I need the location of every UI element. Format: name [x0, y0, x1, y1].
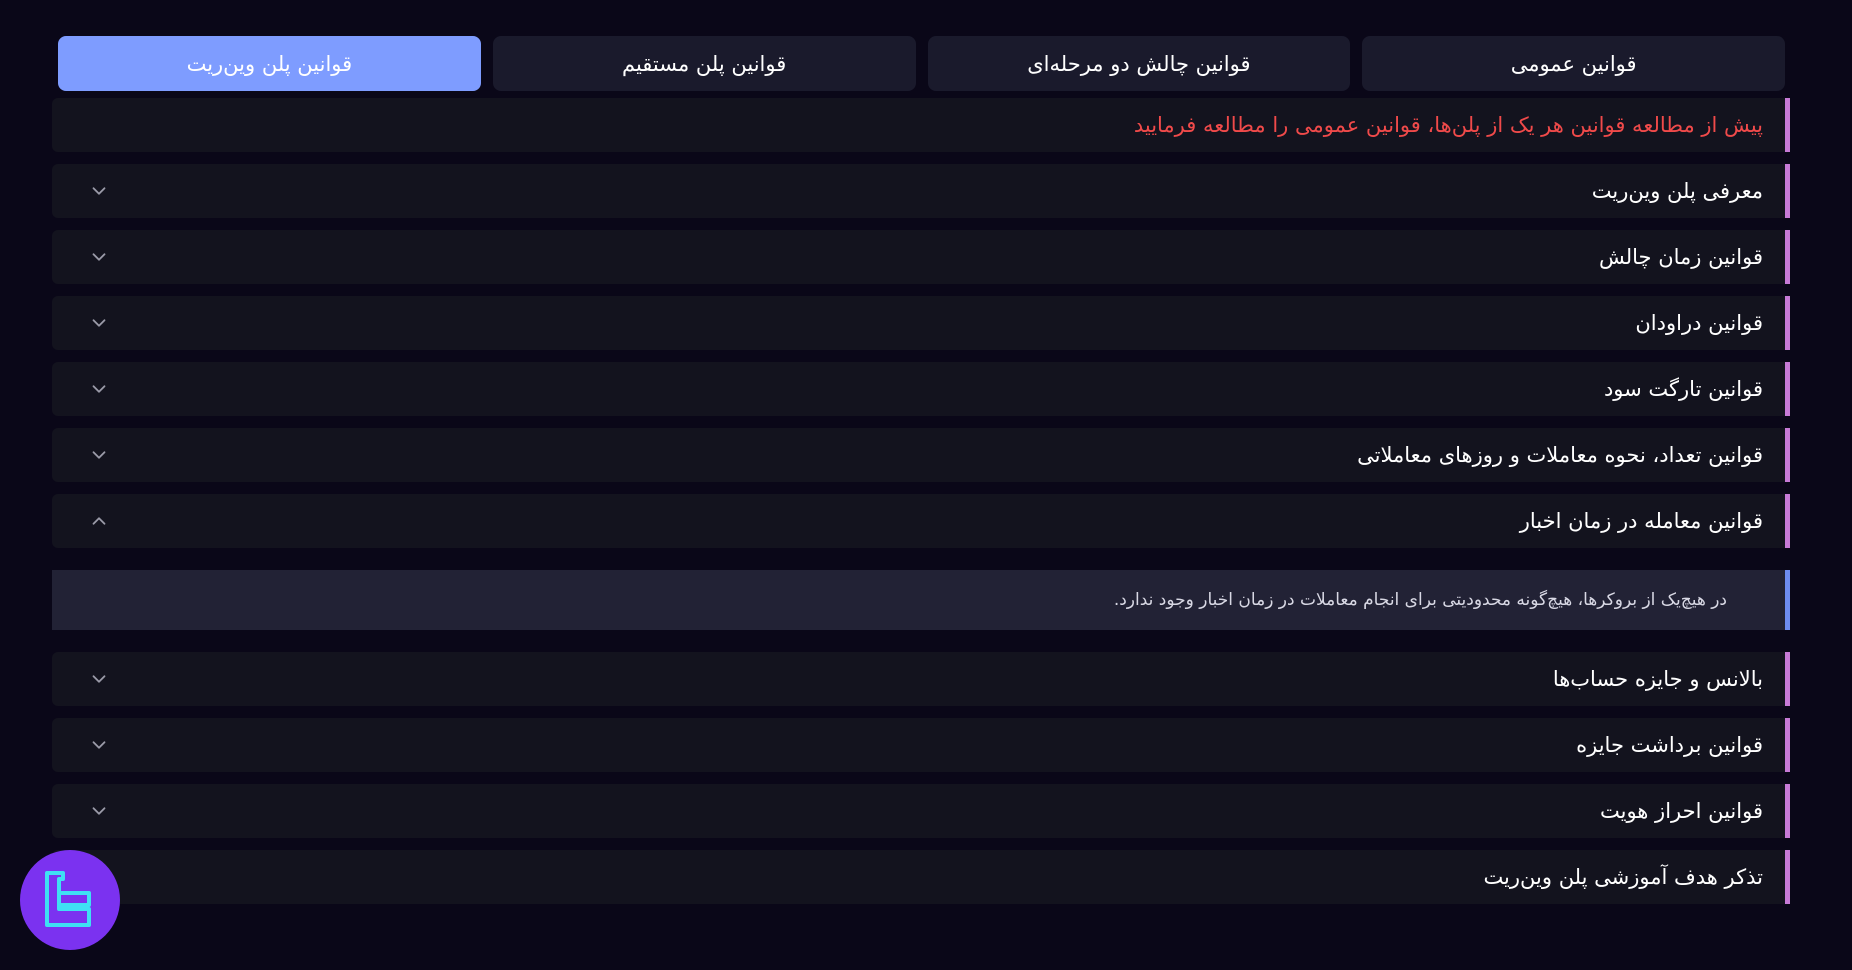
- notice-text: پیش از مطالعه قوانین هر یک از پلن‌ها، قو…: [1133, 113, 1763, 137]
- accordion-item-label: قوانین برداشت جایزه: [1576, 733, 1763, 757]
- page: قوانین عمومی قوانین چالش دو مرحله‌ای قوا…: [0, 0, 1852, 970]
- accordion-item-kyc[interactable]: قوانین احراز هویت: [52, 784, 1790, 838]
- tab-winrate-plan[interactable]: قوانین پلن وین‌ریت: [58, 36, 481, 91]
- chevron-down-icon: [92, 187, 106, 195]
- accordion-item-balance-rewards[interactable]: بالانس و جایزه حساب‌ها: [52, 652, 1790, 706]
- chevron-down-icon: [92, 451, 106, 459]
- accordion-panel-news-trading: در هیچ‌یک از بروکرها، هیچ‌گونه محدودیتی …: [52, 570, 1790, 630]
- chevron-up-icon: [92, 517, 106, 525]
- accordion-item-drawdown[interactable]: قوانین دراودان: [52, 296, 1790, 350]
- accordion-item-educational-note[interactable]: تذکر هدف آموزشی پلن وین‌ریت: [52, 850, 1790, 904]
- chevron-down-icon: [92, 385, 106, 393]
- accordion-item-label: قوانین دراودان: [1635, 311, 1763, 335]
- chevron-down-icon: [92, 807, 106, 815]
- accordion-list: پیش از مطالعه قوانین هر یک از پلن‌ها، قو…: [52, 98, 1790, 916]
- chevron-down-icon: [92, 253, 106, 261]
- brand-logo[interactable]: [20, 850, 120, 950]
- tab-two-step-challenge[interactable]: قوانین چالش دو مرحله‌ای: [927, 36, 1351, 91]
- accordion-item-label: قوانین معامله در زمان اخبار: [1519, 509, 1763, 533]
- tab-general-rules[interactable]: قوانین عمومی: [1362, 36, 1785, 91]
- chevron-down-icon: [92, 741, 106, 749]
- notice-banner: پیش از مطالعه قوانین هر یک از پلن‌ها، قو…: [52, 98, 1790, 152]
- accordion-item-label: قوانین تارگت سود: [1603, 377, 1763, 401]
- rules-tabs: قوانین عمومی قوانین چالش دو مرحله‌ای قوا…: [58, 36, 1785, 91]
- accordion-item-label: معرفی پلن وین‌ریت: [1591, 179, 1763, 203]
- chevron-down-icon: [92, 675, 106, 683]
- accordion-item-reward-withdrawal[interactable]: قوانین برداشت جایزه: [52, 718, 1790, 772]
- accordion-item-label: قوانین زمان چالش: [1598, 245, 1763, 269]
- accordion-item-label: بالانس و جایزه حساب‌ها: [1552, 667, 1763, 691]
- accordion-item-label: تذکر هدف آموزشی پلن وین‌ریت: [1483, 865, 1763, 889]
- accordion-item-profit-target[interactable]: قوانین تارگت سود: [52, 362, 1790, 416]
- chevron-down-icon: [92, 319, 106, 327]
- accordion-item-challenge-time[interactable]: قوانین زمان چالش: [52, 230, 1790, 284]
- brand-logo-icon: [45, 871, 91, 927]
- accordion-item-news-trading[interactable]: قوانین معامله در زمان اخبار: [52, 494, 1790, 548]
- accordion-item-label: قوانین احراز هویت: [1599, 799, 1763, 823]
- accordion-item-label: قوانین تعداد، نحوه معاملات و روزهای معام…: [1357, 443, 1763, 467]
- accordion-item-trading-days[interactable]: قوانین تعداد، نحوه معاملات و روزهای معام…: [52, 428, 1790, 482]
- accordion-panel-text: در هیچ‌یک از بروکرها، هیچ‌گونه محدودیتی …: [1113, 590, 1727, 610]
- accordion-item-winrate-intro[interactable]: معرفی پلن وین‌ریت: [52, 164, 1790, 218]
- tab-direct-plan[interactable]: قوانین پلن مستقیم: [492, 36, 916, 91]
